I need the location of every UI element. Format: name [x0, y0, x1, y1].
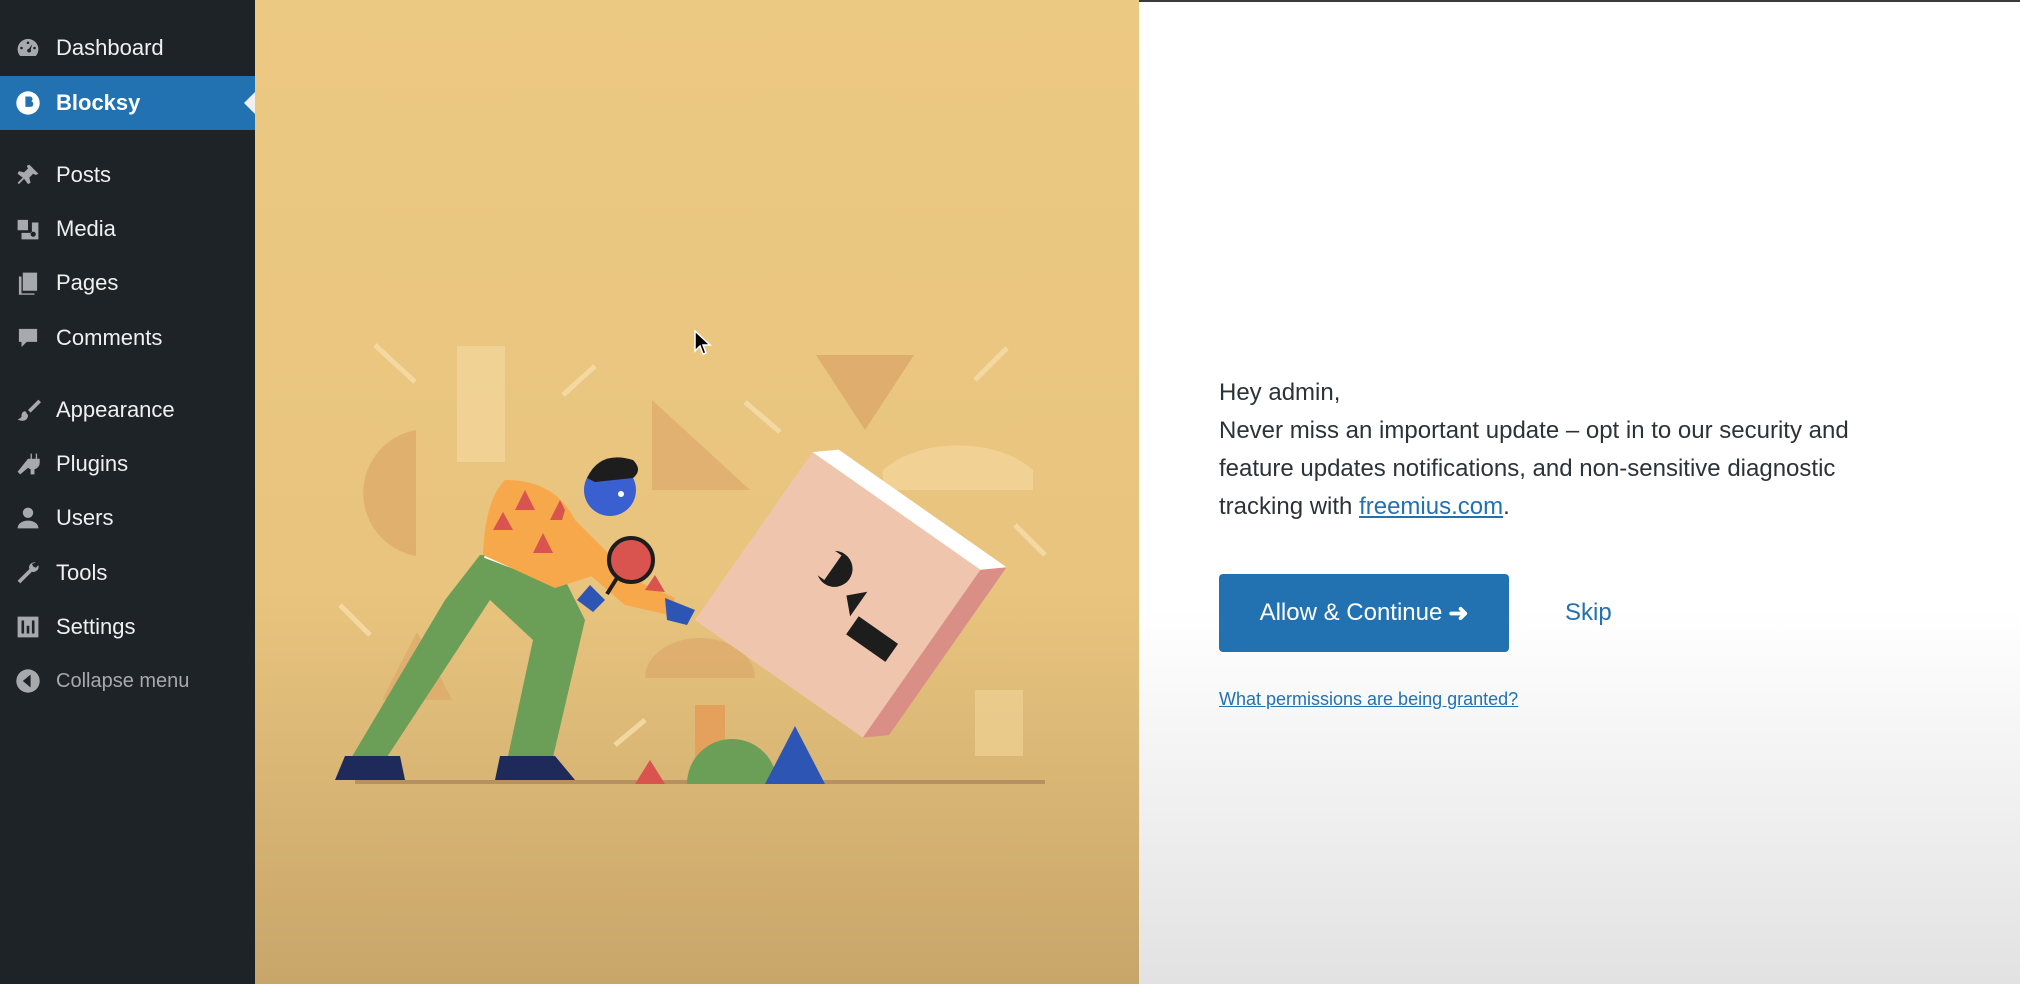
sidebar-item-settings[interactable]: Settings: [0, 600, 255, 654]
sidebar-item-appearance[interactable]: Appearance: [0, 383, 255, 437]
brush-icon: [13, 395, 43, 425]
sidebar-item-label: Settings: [56, 614, 136, 639]
optin-panel: Hey admin, Never miss an important updat…: [1139, 0, 2020, 984]
sidebar-item-posts[interactable]: Posts: [0, 148, 255, 202]
sidebar-item-label: Posts: [56, 162, 112, 187]
permissions-link[interactable]: What permissions are being granted?: [1219, 689, 1518, 710]
collapse-icon: [13, 666, 43, 696]
person-pushing-box-illustration: [335, 343, 1047, 784]
sidebar-item-label: Users: [56, 505, 114, 530]
sidebar-item-pages[interactable]: Pages: [0, 256, 255, 310]
media-icon: [13, 214, 43, 244]
optin-illustration: [255, 0, 1139, 984]
pages-icon: [13, 268, 43, 298]
optin-body-end: .: [1503, 493, 1510, 520]
sidebar-item-label: Media: [56, 216, 116, 241]
arrow-right-icon: ➜: [1448, 599, 1469, 627]
pin-icon: [13, 160, 43, 190]
sidebar-item-tools[interactable]: Tools: [0, 546, 255, 600]
sidebar-item-comments[interactable]: Comments: [0, 311, 255, 365]
sidebar-item-blocksy[interactable]: Blocksy: [0, 76, 255, 130]
settings-icon: [13, 612, 43, 642]
optin-message: Hey admin, Never miss an important updat…: [1219, 374, 1919, 526]
allow-continue-label: Allow & Continue: [1259, 599, 1443, 626]
sidebar-item-label: Pages: [56, 270, 119, 295]
wrench-icon: [13, 558, 43, 588]
collapse-menu-label: Collapse menu: [56, 669, 190, 692]
greeting-text: Hey admin,: [1219, 379, 1341, 406]
sidebar-item-label: Dashboard: [56, 35, 164, 60]
optin-body: Never miss an important update – opt in …: [1219, 412, 1919, 526]
sidebar-item-dashboard[interactable]: Dashboard: [0, 21, 255, 75]
sidebar-item-users[interactable]: Users: [0, 491, 255, 545]
sidebar-item-label: Blocksy: [56, 90, 141, 115]
sidebar-item-plugins[interactable]: Plugins: [0, 437, 255, 491]
mouse-cursor-icon: [694, 330, 712, 355]
user-icon: [13, 503, 43, 533]
top-border: [1139, 0, 2020, 2]
sidebar-item-label: Tools: [56, 560, 108, 585]
plug-icon: [13, 449, 43, 479]
allow-continue-button[interactable]: Allow & Continue ➜: [1219, 574, 1509, 652]
skip-link[interactable]: Skip: [1565, 599, 1612, 627]
sidebar-item-media[interactable]: Media: [0, 202, 255, 256]
optin-body-text: Never miss an important update – opt in …: [1219, 417, 1849, 520]
sidebar-item-label: Comments: [56, 325, 163, 350]
collapse-menu-button[interactable]: Collapse menu: [0, 654, 255, 708]
blocksy-icon: [13, 88, 43, 118]
sidebar-item-label: Plugins: [56, 451, 129, 476]
dashboard-icon: [13, 33, 43, 63]
freemius-link[interactable]: freemius.com: [1359, 493, 1503, 520]
admin-sidebar: Dashboard Blocksy Posts Media Pages Comm…: [0, 0, 255, 984]
sidebar-item-label: Appearance: [56, 397, 175, 422]
comment-icon: [13, 323, 43, 353]
